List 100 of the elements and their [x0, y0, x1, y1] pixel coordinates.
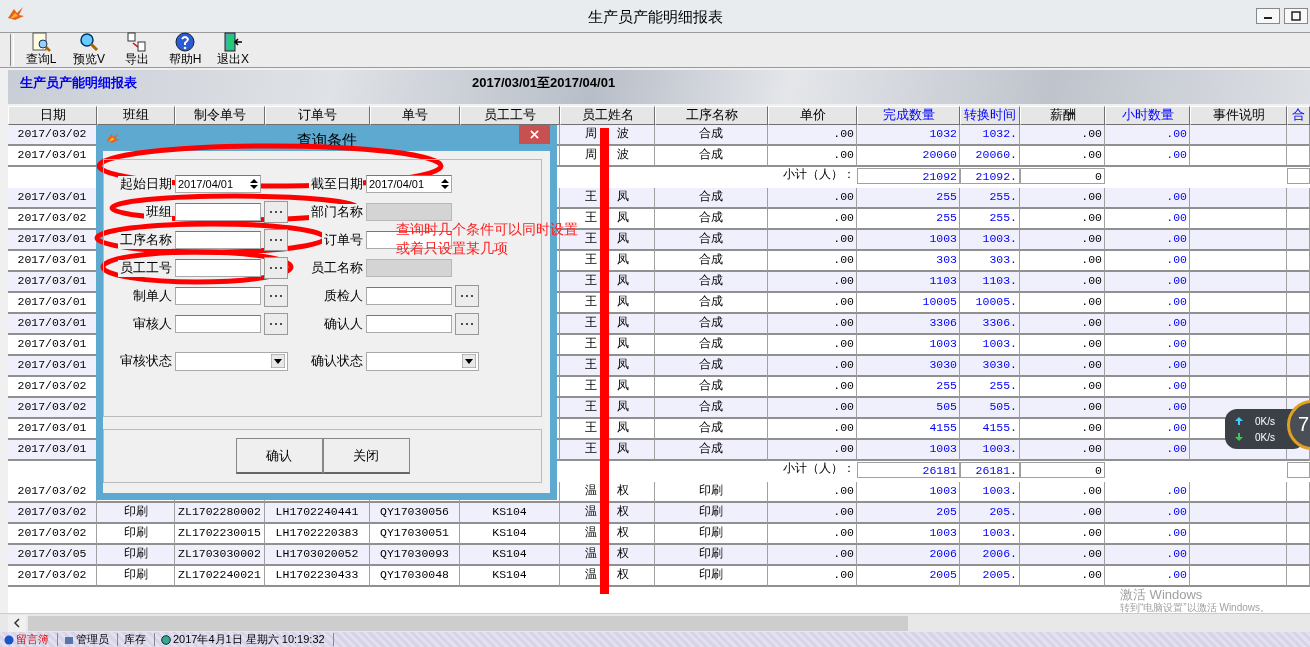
- browse-button[interactable]: [264, 257, 288, 279]
- browse-button[interactable]: [264, 229, 288, 251]
- table-cell: .00: [1020, 566, 1105, 587]
- table-cell: 1103: [857, 272, 960, 293]
- clock-icon: [161, 634, 171, 645]
- subtotal-cell: 26181: [857, 462, 960, 478]
- field-label: 部门名称: [309, 203, 363, 221]
- toolbar-button[interactable]: 查询L: [20, 32, 62, 67]
- browse-button[interactable]: [455, 313, 479, 335]
- table-cell: 印刷: [97, 503, 175, 524]
- magnifier-icon: [79, 32, 99, 52]
- browse-button[interactable]: [264, 285, 288, 307]
- report-title: 生产员产能明细报表: [20, 74, 137, 92]
- input-field[interactable]: [175, 259, 261, 277]
- column-header[interactable]: 订单号: [265, 106, 370, 125]
- table-cell: .00: [768, 125, 857, 146]
- table-cell: 2006.: [960, 545, 1020, 566]
- field-label: 制单人: [131, 287, 172, 305]
- taskbar-item[interactable]: 库存: [122, 633, 155, 646]
- table-cell: QY17030093: [370, 545, 460, 566]
- table-cell: 2017/03/01: [8, 440, 97, 461]
- table-cell: 合成: [655, 230, 768, 251]
- dialog-button[interactable]: 确认: [235, 438, 323, 474]
- column-header[interactable]: 薪酬: [1020, 106, 1105, 125]
- toolbar-button[interactable]: 预览V: [68, 32, 110, 67]
- table-cell: 2006: [857, 545, 960, 566]
- table-cell: 1103.: [960, 272, 1020, 293]
- upload-speed: 0K/s: [1255, 415, 1275, 427]
- toolbar-button[interactable]: 帮助H: [164, 32, 206, 67]
- input-field[interactable]: [175, 231, 261, 249]
- column-header[interactable]: 小时数量: [1105, 106, 1190, 125]
- table-cell: 合成: [655, 314, 768, 335]
- column-header[interactable]: 完成数量: [857, 106, 960, 125]
- column-header[interactable]: 员工姓名: [560, 106, 655, 125]
- field-label: 确认状态: [309, 352, 363, 370]
- column-header[interactable]: 合: [1287, 106, 1310, 125]
- table-cell: .00: [1105, 188, 1190, 209]
- subtotal-cell: 0: [1020, 168, 1105, 184]
- close-button[interactable]: [519, 125, 550, 144]
- column-header[interactable]: 员工工号: [460, 106, 560, 125]
- column-header[interactable]: 单价: [768, 106, 857, 125]
- dropdown[interactable]: [175, 351, 288, 371]
- table-cell: .00: [768, 503, 857, 524]
- table-cell: 2017/03/01: [8, 356, 97, 377]
- field-label: 订单号: [322, 231, 363, 249]
- table-cell: 3030: [857, 356, 960, 377]
- column-header[interactable]: 日期: [8, 106, 97, 125]
- column-header[interactable]: 单号: [370, 106, 460, 125]
- input-field[interactable]: [175, 287, 261, 305]
- date-field[interactable]: 2017/04/01: [175, 175, 261, 193]
- maximize-button[interactable]: [1284, 8, 1308, 24]
- column-header[interactable]: 事件说明: [1190, 106, 1287, 125]
- table-cell: QY17030048: [370, 566, 460, 587]
- table-cell: .00: [1020, 188, 1105, 209]
- table-cell: 合成: [655, 272, 768, 293]
- horizontal-scrollbar[interactable]: [0, 613, 1310, 632]
- column-header[interactable]: 转换时间: [960, 106, 1020, 125]
- toolbar-button[interactable]: 退出X: [212, 32, 254, 67]
- subtotal-cell: [1287, 462, 1310, 478]
- taskbar-item[interactable]: 留言簿: [2, 633, 58, 646]
- table-cell: KS104: [460, 566, 560, 587]
- browse-button[interactable]: [455, 285, 479, 307]
- field-label: 质检人: [322, 287, 363, 305]
- document-search-icon: [31, 32, 51, 52]
- scrollbar-thumb[interactable]: [28, 615, 908, 631]
- column-header[interactable]: 班组: [97, 106, 175, 125]
- column-header[interactable]: 工序名称: [655, 106, 768, 125]
- toolbar-button[interactable]: 导出: [116, 32, 158, 67]
- table-cell: 印刷: [97, 566, 175, 587]
- input-field[interactable]: [175, 315, 261, 333]
- table-cell: 505.: [960, 398, 1020, 419]
- date-field[interactable]: 2017/04/01: [366, 175, 452, 193]
- input-field[interactable]: [366, 287, 452, 305]
- info-icon: [4, 634, 14, 645]
- table-cell: .00: [768, 440, 857, 461]
- table-cell: .00: [1105, 146, 1190, 167]
- table-cell: .00: [1105, 314, 1190, 335]
- field-label: 确认人: [322, 315, 363, 333]
- browse-button[interactable]: [264, 201, 288, 223]
- input-field[interactable]: [175, 203, 261, 221]
- dropdown[interactable]: [366, 351, 479, 371]
- table-cell: .00: [1020, 125, 1105, 146]
- table-cell: 印刷: [655, 566, 768, 587]
- download-arrow-icon: [1235, 433, 1243, 441]
- input-field[interactable]: [366, 315, 452, 333]
- table-cell: .00: [1105, 272, 1190, 293]
- taskbar-item[interactable]: 2017年4月1日 星期六 10:19:32: [159, 633, 334, 646]
- table-cell: [1287, 125, 1310, 146]
- dialog-button[interactable]: 关闭: [322, 438, 410, 474]
- minimize-button[interactable]: [1256, 8, 1280, 24]
- table-cell: 1003: [857, 440, 960, 461]
- user-icon: [64, 634, 74, 645]
- taskbar-item[interactable]: 管理员: [62, 633, 118, 646]
- column-header[interactable]: 制令单号: [175, 106, 265, 125]
- table-cell: 255: [857, 188, 960, 209]
- upload-arrow-icon: [1235, 417, 1243, 425]
- browse-button[interactable]: [264, 313, 288, 335]
- scroll-left-button[interactable]: [8, 614, 26, 632]
- table-cell: 20060.: [960, 146, 1020, 167]
- table-cell: 合成: [655, 125, 768, 146]
